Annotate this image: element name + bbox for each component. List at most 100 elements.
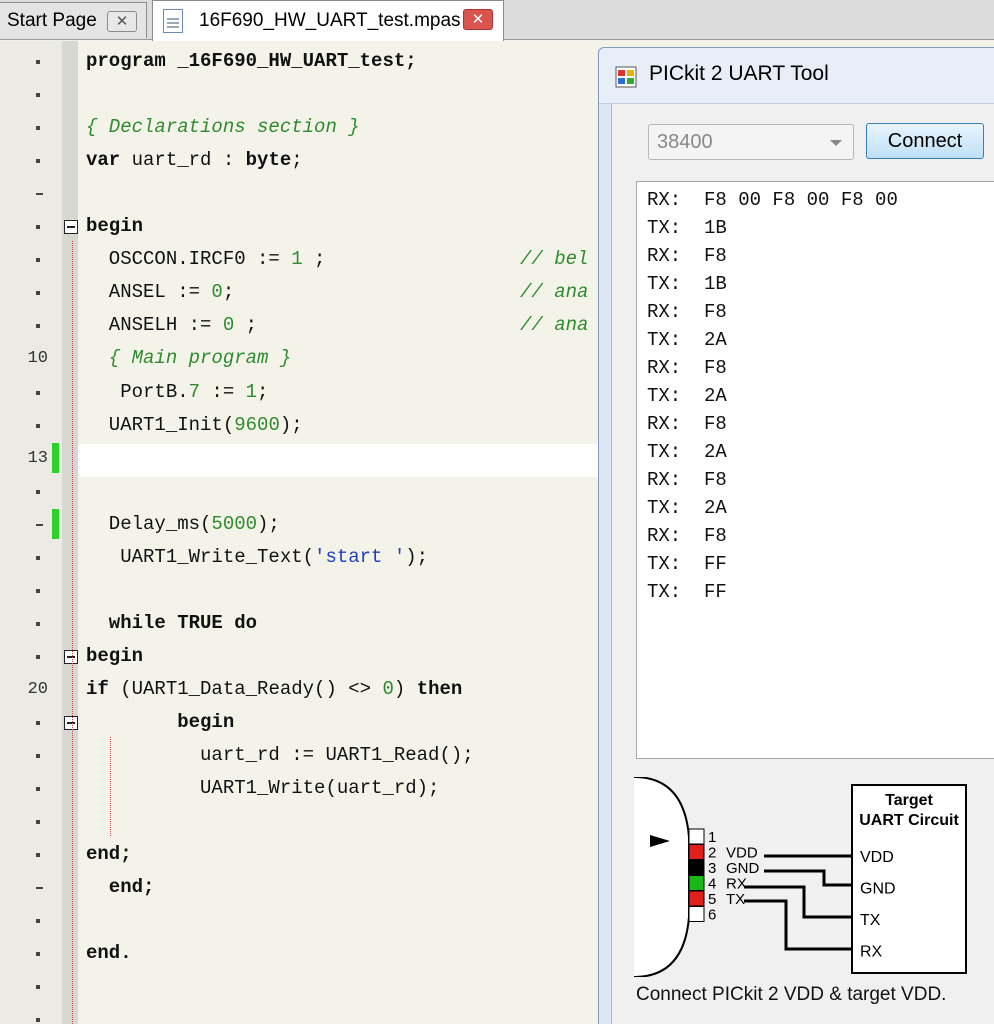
- line-marker: [36, 523, 43, 526]
- fold-collapse-icon[interactable]: [64, 649, 78, 664]
- code-token: );: [405, 545, 429, 568]
- fold-collapse-icon[interactable]: [64, 716, 78, 730]
- line-marker: [36, 324, 40, 329]
- fold-guide-line: [72, 241, 73, 1024]
- line-marker: [36, 159, 40, 164]
- terminal-line: RX: F8: [647, 357, 727, 379]
- fold-collapse-icon[interactable]: [64, 220, 78, 235]
- terminal-line: TX: 1B: [647, 273, 727, 295]
- connector-pin: [688, 906, 705, 922]
- target-pin-label: TX: [860, 912, 881, 929]
- tab-label: Start Page: [7, 9, 97, 31]
- code-line[interactable]: ANSELH := 0 ;: [86, 309, 257, 342]
- code-line[interactable]: UART1_Write(uart_rd);: [86, 772, 439, 805]
- target-subtitle: UART Circuit: [859, 812, 959, 829]
- terminal-line: TX: FF: [647, 553, 727, 575]
- code-number: 0: [382, 677, 394, 700]
- code-token: end;: [86, 843, 132, 866]
- code-token: while TRUE do: [86, 611, 258, 634]
- document-icon: [163, 9, 183, 33]
- window-titlebar[interactable]: PICkit 2 UART Tool: [599, 48, 994, 104]
- code-token: if: [86, 677, 109, 700]
- line-marker: [36, 985, 40, 990]
- line-number: 20: [27, 679, 48, 699]
- wires: [744, 854, 852, 951]
- uart-tool-window[interactable]: PICkit 2 UART Tool 38400 Connect RX: F8 …: [598, 47, 994, 1024]
- code-token: UART1_Init(: [86, 413, 235, 436]
- hint-text: Connect PICkit 2 VDD & target VDD.: [636, 984, 947, 1005]
- code-token: );: [257, 512, 280, 535]
- terminal-line: RX: F8: [647, 413, 727, 435]
- code-line[interactable]: ANSEL := 0;: [86, 276, 234, 309]
- code-line[interactable]: program _16F690_HW_UART_test;: [86, 45, 417, 78]
- code-token: begin: [86, 215, 144, 238]
- code-line[interactable]: var uart_rd : byte;: [86, 144, 303, 177]
- window-title: PICkit 2 UART Tool: [649, 62, 829, 85]
- code-token: );: [279, 413, 303, 436]
- line-marker: [36, 588, 40, 593]
- code-line[interactable]: PortB.7 := 1;: [86, 376, 268, 409]
- chevron-down-icon[interactable]: [830, 140, 842, 146]
- code-token: (UART1_Data_Ready() <>: [108, 677, 383, 700]
- modified-line-marker: [52, 508, 59, 539]
- line-marker: [36, 423, 40, 428]
- target-pin-label: RX: [860, 944, 883, 961]
- line-marker: [36, 952, 40, 957]
- pin-number: 6: [708, 907, 716, 924]
- pin-label: RX: [726, 876, 747, 893]
- window-client-area: 38400 Connect RX: F8 00 F8 00 F8 00 TX: 1…: [611, 104, 994, 1024]
- close-icon[interactable]: ✕: [107, 11, 137, 32]
- pin-number: 3: [708, 860, 716, 877]
- terminal-line: RX: F8 00 F8 00 F8 00: [647, 189, 898, 211]
- connector-pin: [688, 890, 705, 907]
- code-number: 0: [211, 281, 223, 304]
- code-line[interactable]: end;: [86, 871, 155, 904]
- terminal-line: TX: 2A: [647, 329, 727, 351]
- code-token: then: [416, 677, 463, 700]
- tab-source-file[interactable]: 16F690_HW_UART_test.mpas ✕: [152, 0, 504, 41]
- line-marker: [36, 489, 40, 494]
- code-line[interactable]: end.: [86, 937, 132, 970]
- code-token: ;: [257, 380, 269, 403]
- pin-label: VDD: [726, 845, 758, 862]
- code-comment-inline: // ana: [520, 314, 589, 337]
- terminal-output[interactable]: RX: F8 00 F8 00 F8 00 TX: 1B RX: F8 TX: 1B R…: [636, 181, 994, 759]
- code-token: begin: [86, 711, 235, 733]
- line-marker: [36, 721, 40, 725]
- code-line[interactable]: begin: [86, 706, 234, 739]
- code-line[interactable]: Delay_ms(5000);: [86, 508, 280, 541]
- connector-pin: [688, 828, 705, 845]
- code-token: ;: [234, 314, 258, 337]
- code-number: 5000: [211, 512, 258, 535]
- baud-rate-select[interactable]: 38400: [648, 124, 854, 160]
- code-token: ANSELH :=: [86, 314, 223, 337]
- line-number: 13: [27, 448, 48, 468]
- connector-pin: [688, 859, 705, 876]
- tab-start-page[interactable]: Start Page ✕: [0, 2, 147, 38]
- app-window-icon: [615, 66, 637, 88]
- code-line[interactable]: if (UART1_Data_Ready() <> 0) then: [86, 673, 462, 706]
- code-comment: { Declarations section }: [86, 116, 360, 139]
- code-number: 1: [291, 248, 303, 271]
- connect-button[interactable]: Connect: [866, 123, 984, 159]
- code-token: :=: [200, 380, 246, 403]
- pin-number: 1: [708, 829, 716, 846]
- line-marker: [36, 621, 40, 626]
- code-number: 7: [188, 380, 201, 403]
- code-line[interactable]: { Declarations section }: [86, 111, 360, 144]
- pin-label: TX: [726, 891, 745, 908]
- code-line[interactable]: begin: [86, 210, 143, 243]
- code-comment-inline: // bel: [520, 248, 589, 271]
- pickit-connector-outline: [634, 777, 690, 977]
- code-line[interactable]: end;: [86, 838, 132, 871]
- code-line[interactable]: UART1_Init(9600);: [86, 409, 303, 442]
- code-line[interactable]: OSCCON.IRCF0 := 1 ;: [86, 243, 326, 276]
- code-line[interactable]: UART1_Write_Text('start ');: [86, 541, 428, 574]
- code-token: UART1_Write(uart_rd);: [86, 777, 440, 800]
- close-icon[interactable]: ✕: [463, 9, 493, 30]
- code-line[interactable]: { Main program }: [86, 342, 291, 375]
- target-title: Target: [885, 792, 933, 809]
- code-line[interactable]: begin: [86, 640, 143, 673]
- code-line[interactable]: while TRUE do: [86, 607, 257, 640]
- code-line[interactable]: uart_rd := UART1_Read();: [86, 739, 474, 772]
